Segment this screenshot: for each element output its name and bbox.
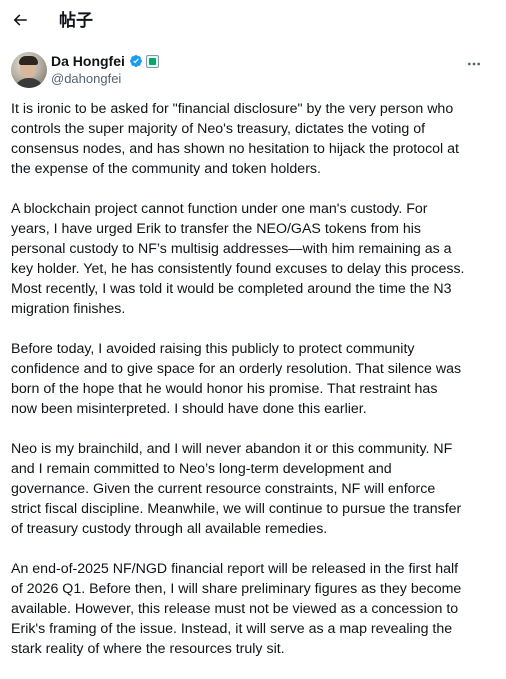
arrow-left-icon (13, 14, 27, 26)
post-paragraph: Before today, I avoided raising this pub… (11, 341, 462, 417)
post-author: Da Hongfei @dahongfei (11, 52, 496, 92)
author-name-row: Da Hongfei (51, 52, 159, 70)
verified-badge-icon[interactable] (129, 54, 143, 68)
more-horizontal-icon (468, 62, 480, 66)
post-paragraph: Neo is my brainchild, and I will never a… (11, 441, 462, 537)
page-title: 帖子 (59, 11, 93, 31)
post-paragraph: An end-of-2025 NF/NGD financial report w… (11, 561, 462, 657)
more-options-button[interactable] (460, 54, 488, 74)
top-bar: 帖子 (0, 0, 506, 44)
affiliate-badge-icon[interactable] (145, 54, 159, 68)
author-handle[interactable]: @dahongfei (51, 70, 121, 88)
avatar[interactable] (11, 52, 47, 88)
post-paragraph: A blockchain project cannot function und… (11, 201, 465, 317)
post-text: It is ironic to be asked for "financial … (11, 99, 498, 679)
back-button[interactable] (4, 4, 36, 36)
post-paragraph: It is ironic to be asked for "financial … (11, 101, 459, 177)
author-name[interactable]: Da Hongfei (51, 52, 125, 70)
